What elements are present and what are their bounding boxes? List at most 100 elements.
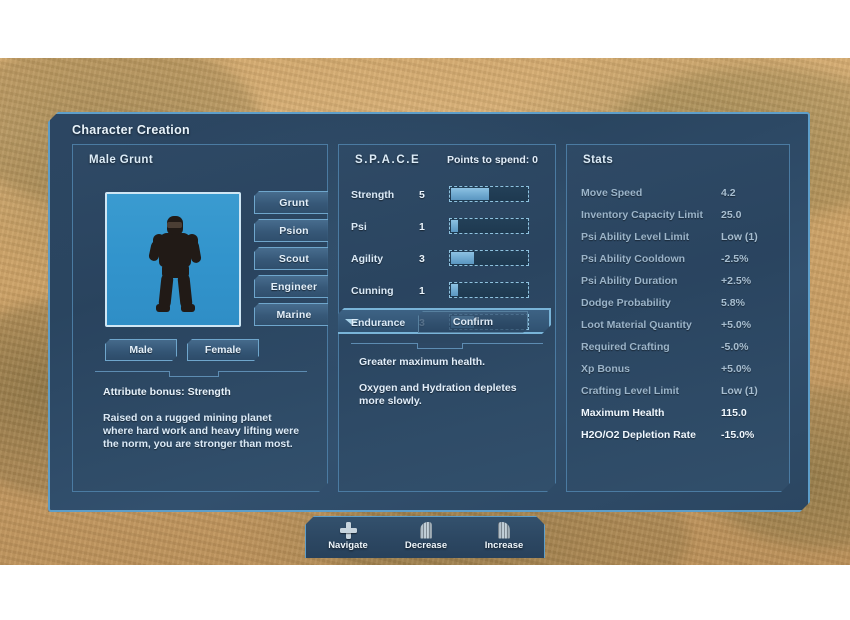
- attribute-name: Psi: [351, 221, 367, 233]
- attribute-row-agility[interactable]: Agility 3: [351, 249, 551, 271]
- attribute-value: 3: [419, 253, 425, 265]
- stat-value: 25.0: [721, 209, 742, 221]
- class-button-scout[interactable]: Scout: [254, 247, 334, 270]
- stat-row: Psi Ability Level Limit Low (1): [581, 227, 781, 249]
- stats-list: Move Speed 4.2 Inventory Capacity Limit …: [581, 183, 781, 447]
- character-panel-title: Male Grunt: [89, 154, 154, 166]
- class-button-psion[interactable]: Psion: [254, 219, 334, 242]
- stat-value: +5.0%: [721, 319, 752, 331]
- attribute-bonus-text: Attribute bonus: Strength: [103, 386, 231, 398]
- gender-button-male[interactable]: Male: [105, 339, 177, 361]
- attribute-slider[interactable]: [449, 218, 529, 234]
- stat-label: Crafting Level Limit: [581, 385, 680, 397]
- stat-row: Psi Ability Cooldown -2.5%: [581, 249, 781, 271]
- class-button-grunt[interactable]: Grunt: [254, 191, 334, 214]
- perk-description-box: Greater maximum health. Oxygen and Hydra…: [351, 343, 543, 403]
- control-decrease[interactable]: Decrease: [390, 520, 462, 551]
- stat-label: Inventory Capacity Limit: [581, 209, 703, 221]
- portrait-figure-part: [181, 304, 195, 312]
- class-selection-list: Grunt Psion Scout Engineer Marine: [254, 191, 334, 331]
- attribute-value: 1: [419, 221, 425, 233]
- stat-label: Maximum Health: [581, 407, 665, 419]
- confirm-label: Confirm: [452, 316, 494, 328]
- control-increase[interactable]: Increase: [468, 520, 540, 551]
- attribute-name: Strength: [351, 189, 395, 201]
- stat-label: Psi Ability Cooldown: [581, 253, 686, 265]
- attribute-slider-fill: [451, 284, 458, 296]
- space-panel-title: S.P.A.C.E: [355, 154, 421, 166]
- dpad-icon: [312, 520, 384, 540]
- stat-row: Crafting Level Limit Low (1): [581, 381, 781, 403]
- attribute-name: Endurance: [351, 317, 406, 329]
- attribute-slider-fill: [451, 220, 458, 232]
- stat-value: -2.5%: [721, 253, 749, 265]
- stat-value: 5.8%: [721, 297, 745, 309]
- stat-label: Psi Ability Duration: [581, 275, 678, 287]
- perk-line: Greater maximum health.: [359, 356, 486, 368]
- class-label: Marine: [276, 308, 312, 321]
- character-description-box: Attribute bonus: Strength Raised on a ru…: [95, 371, 307, 483]
- attribute-slider-fill: [451, 188, 489, 200]
- page-title: Character Creation: [72, 123, 190, 137]
- class-label: Psion: [279, 224, 309, 237]
- stat-label: Dodge Probability: [581, 297, 671, 309]
- stat-value: +2.5%: [721, 275, 752, 287]
- class-button-engineer[interactable]: Engineer: [254, 275, 334, 298]
- stat-row: Psi Ability Duration +2.5%: [581, 271, 781, 293]
- attribute-value: 5: [419, 189, 425, 201]
- points-to-spend-label: Points to spend: 0: [447, 154, 539, 166]
- stat-row: H2O/O2 Depletion Rate -15.0%: [581, 425, 781, 447]
- portrait-figure-part: [167, 222, 182, 228]
- stat-value: Low (1): [721, 385, 758, 397]
- character-portrait: [105, 192, 241, 327]
- portrait-figure-part: [159, 233, 191, 267]
- stats-panel: Stats Move Speed 4.2 Inventory Capacity …: [566, 144, 790, 492]
- attribute-slider[interactable]: [449, 250, 529, 266]
- attribute-name: Cunning: [351, 285, 394, 297]
- stat-label: Psi Ability Level Limit: [581, 231, 690, 243]
- stat-row: Inventory Capacity Limit 25.0: [581, 205, 781, 227]
- stat-label: Xp Bonus: [581, 363, 630, 375]
- gender-button-female[interactable]: Female: [187, 339, 259, 361]
- stat-row: Loot Material Quantity +5.0%: [581, 315, 781, 337]
- perk-line: Oxygen and Hydration depletes more slowl…: [359, 382, 517, 407]
- class-button-marine[interactable]: Marine: [254, 303, 334, 326]
- control-navigate[interactable]: Navigate: [312, 520, 384, 551]
- character-panel: Male Grunt Grunt Psion Scout Engineer Ma…: [72, 144, 328, 492]
- control-label: Navigate: [328, 540, 368, 551]
- stat-value: Low (1): [721, 231, 758, 243]
- attribute-row-strength[interactable]: Strength 5: [351, 185, 551, 207]
- attribute-value: 1: [419, 285, 425, 297]
- gender-label: Male: [129, 344, 153, 356]
- control-label: Increase: [484, 540, 524, 551]
- attribute-slider[interactable]: [449, 186, 529, 202]
- right-trigger-icon: [468, 520, 540, 540]
- attribute-slider-fill: [451, 252, 474, 264]
- game-screen: Character Creation Male Grunt Grunt Psio…: [0, 0, 850, 620]
- character-creation-dialog: Character Creation Male Grunt Grunt Psio…: [48, 112, 810, 512]
- stat-row: Move Speed 4.2: [581, 183, 781, 205]
- stat-value: 4.2: [721, 187, 736, 199]
- stat-label: Move Speed: [581, 187, 643, 199]
- attribute-row-psi[interactable]: Psi 1: [351, 217, 551, 239]
- stat-value: +5.0%: [721, 363, 752, 375]
- stat-value: 115.0: [721, 407, 747, 419]
- stat-row: Required Crafting -5.0%: [581, 337, 781, 359]
- class-label: Engineer: [270, 280, 318, 293]
- character-backstory-text: Raised on a rugged mining planet where h…: [103, 412, 300, 450]
- stat-value: -5.0%: [721, 341, 749, 353]
- class-label: Grunt: [279, 196, 309, 209]
- gender-selection-row: Male Female: [105, 339, 259, 361]
- confirm-button[interactable]: Confirm: [418, 311, 528, 333]
- stat-row: Dodge Probability 5.8%: [581, 293, 781, 315]
- portrait-figure-part: [156, 304, 170, 312]
- attribute-slider[interactable]: [449, 282, 529, 298]
- stat-row: Xp Bonus +5.0%: [581, 359, 781, 381]
- left-trigger-icon: [390, 520, 462, 540]
- stats-panel-title: Stats: [583, 154, 614, 166]
- attribute-row-cunning[interactable]: Cunning 1: [351, 281, 551, 303]
- stat-label: Required Crafting: [581, 341, 670, 353]
- gamepad-control-bar: Navigate Decrease Increase: [305, 516, 545, 558]
- class-label: Scout: [278, 252, 310, 265]
- attribute-name: Agility: [351, 253, 384, 265]
